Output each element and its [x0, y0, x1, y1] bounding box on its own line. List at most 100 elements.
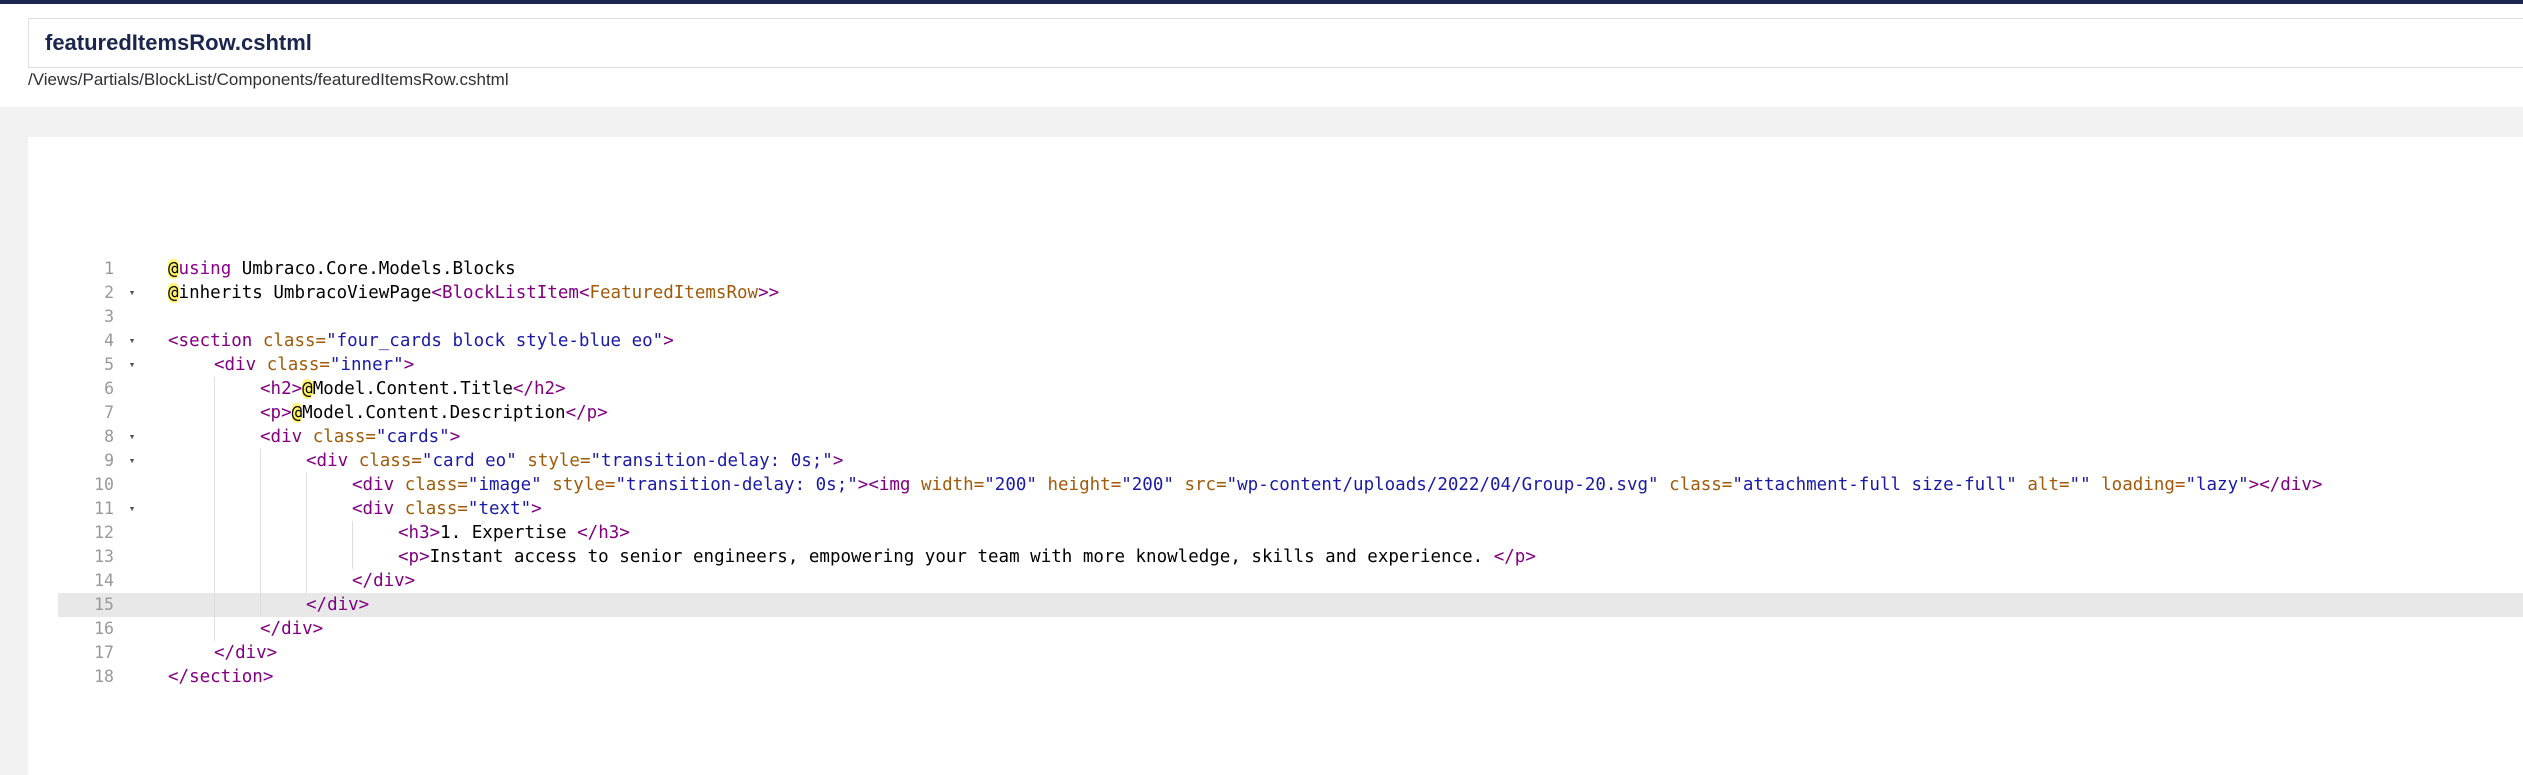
- fold-arrow-icon[interactable]: ▾: [126, 353, 138, 377]
- code-string: "card eo": [421, 451, 517, 471]
- code-line[interactable]: 17 </div>: [58, 641, 2523, 665]
- indent-guide: [306, 521, 352, 545]
- code-string: "text": [467, 499, 532, 519]
- code-attr: FeaturedItemsRow: [589, 283, 759, 303]
- indent-guide: [214, 425, 260, 449]
- code-tag: </p>: [1493, 547, 1536, 567]
- code-string: "lazy": [2185, 475, 2249, 495]
- code-line[interactable]: 6 <h2>@Model.Content.Title</h2>: [58, 377, 2523, 401]
- fold-arrow-icon[interactable]: ▾: [126, 329, 138, 353]
- code-line[interactable]: 13 <p>Instant access to senior engineers…: [58, 545, 2523, 569]
- code-line[interactable]: 9 ▾ <div class="card eo" style="transiti…: [58, 449, 2523, 473]
- gutter: 4 ▾: [58, 329, 140, 353]
- indent-guide: [260, 449, 306, 473]
- gutter: 5 ▾: [58, 353, 140, 377]
- indent-guide: [168, 641, 214, 665]
- line-number: 8: [104, 427, 114, 446]
- code-tag: >: [403, 355, 415, 375]
- razor-at: @: [291, 403, 303, 423]
- code-tag: <div: [214, 355, 257, 375]
- code-tag: >: [449, 427, 461, 447]
- code-string: "": [2069, 475, 2091, 495]
- fold-arrow-icon[interactable]: ▾: [126, 425, 138, 449]
- fold-arrow-icon[interactable]: ▾: [126, 281, 138, 305]
- code-lines[interactable]: 1 @using Umbraco.Core.Models.Blocks 2 ▾ …: [58, 257, 2523, 689]
- line-number: 14: [94, 571, 114, 590]
- code-attr: alt=: [2016, 475, 2070, 495]
- indent-guide: [168, 593, 214, 617]
- code-tag: <p>: [398, 547, 430, 567]
- code-tag: <div: [306, 451, 349, 471]
- indent-guide: [214, 449, 260, 473]
- code-line[interactable]: 16 </div>: [58, 617, 2523, 641]
- line-number: 9: [104, 451, 114, 470]
- code-attr: style=: [516, 451, 591, 471]
- code-tag: <h3>: [398, 523, 441, 543]
- razor-at: @: [302, 379, 313, 399]
- code-tag: </div>: [260, 619, 324, 639]
- code-tag: </p>: [565, 403, 608, 423]
- code-line[interactable]: 3: [58, 305, 2523, 329]
- code-line-active[interactable]: 15 </div>: [58, 593, 2523, 617]
- code-tag: <: [578, 283, 590, 303]
- code-attr: class=: [394, 475, 468, 495]
- indent-guide: [214, 545, 260, 569]
- code-line[interactable]: 2 ▾ @inherits UmbracoViewPage<BlockListI…: [58, 281, 2523, 305]
- indent-guide: [260, 545, 306, 569]
- code-text: Model.Content.Title: [312, 379, 513, 399]
- code-tag: >: [663, 331, 674, 351]
- code-tag: >: [832, 451, 844, 471]
- line-number: 2: [104, 283, 114, 302]
- indent-guide: [306, 473, 352, 497]
- fold-arrow-icon[interactable]: ▾: [126, 449, 138, 473]
- code-string: "200": [1121, 475, 1174, 495]
- code-line[interactable]: 7 <p>@Model.Content.Description</p>: [58, 401, 2523, 425]
- indent-guide: [168, 521, 214, 545]
- code-tag: <section: [168, 331, 253, 351]
- code-attr: class=: [256, 355, 330, 375]
- code-line[interactable]: 4 ▾ <section class="four_cards block sty…: [58, 329, 2523, 353]
- indent-guide: [168, 377, 214, 401]
- indent-guide: [214, 521, 260, 545]
- code-line[interactable]: 14 </div>: [58, 569, 2523, 593]
- line-number: 4: [104, 331, 114, 350]
- indent-guide: [306, 569, 352, 593]
- indent-guide: [168, 569, 214, 593]
- code-tag: </section>: [168, 667, 274, 687]
- indent-guide: [168, 497, 214, 521]
- code-line[interactable]: 12 <h3>1. Expertise </h3>: [58, 521, 2523, 545]
- file-name-input[interactable]: [28, 18, 2523, 68]
- code-line[interactable]: 18 </section>: [58, 665, 2523, 689]
- code-tag: >>: [758, 283, 780, 303]
- code-line[interactable]: 1 @using Umbraco.Core.Models.Blocks: [58, 257, 2523, 281]
- code-line[interactable]: 11 ▾ <div class="text">: [58, 497, 2523, 521]
- indent-guide: [260, 497, 306, 521]
- code-string: "inner": [329, 355, 404, 375]
- razor-keyword: using: [178, 259, 232, 279]
- code-tag: >: [857, 475, 869, 495]
- line-number: 10: [94, 475, 114, 494]
- gutter: 8 ▾: [58, 425, 140, 449]
- indent-guide: [214, 401, 260, 425]
- code-tag: BlockListItem: [441, 283, 579, 303]
- fold-arrow-icon[interactable]: ▾: [126, 497, 138, 521]
- line-number: 3: [104, 307, 114, 326]
- indent-guide: [168, 353, 214, 377]
- code-line[interactable]: 5 ▾ <div class="inner">: [58, 353, 2523, 377]
- code-attr: style=: [541, 475, 616, 495]
- code-editor[interactable]: 1 @using Umbraco.Core.Models.Blocks 2 ▾ …: [28, 137, 2523, 775]
- code-attr: class=: [252, 331, 327, 351]
- code-string: "transition-delay: 0s;": [590, 451, 833, 471]
- code-text: Model.Content.Description: [302, 403, 566, 423]
- code-attr: class=: [348, 451, 422, 471]
- code-tag: </div>: [306, 595, 370, 615]
- code-tag: <h2>: [260, 379, 303, 399]
- code-line[interactable]: 10 <div class="image" style="transition-…: [58, 473, 2523, 497]
- gutter: 12: [58, 521, 140, 545]
- code-line[interactable]: 8 ▾ <div class="cards">: [58, 425, 2523, 449]
- indent-guide: [352, 545, 398, 569]
- code-tag: >: [531, 499, 542, 519]
- indent-guide: [214, 473, 260, 497]
- line-number: 13: [94, 547, 114, 566]
- indent-guide: [306, 545, 352, 569]
